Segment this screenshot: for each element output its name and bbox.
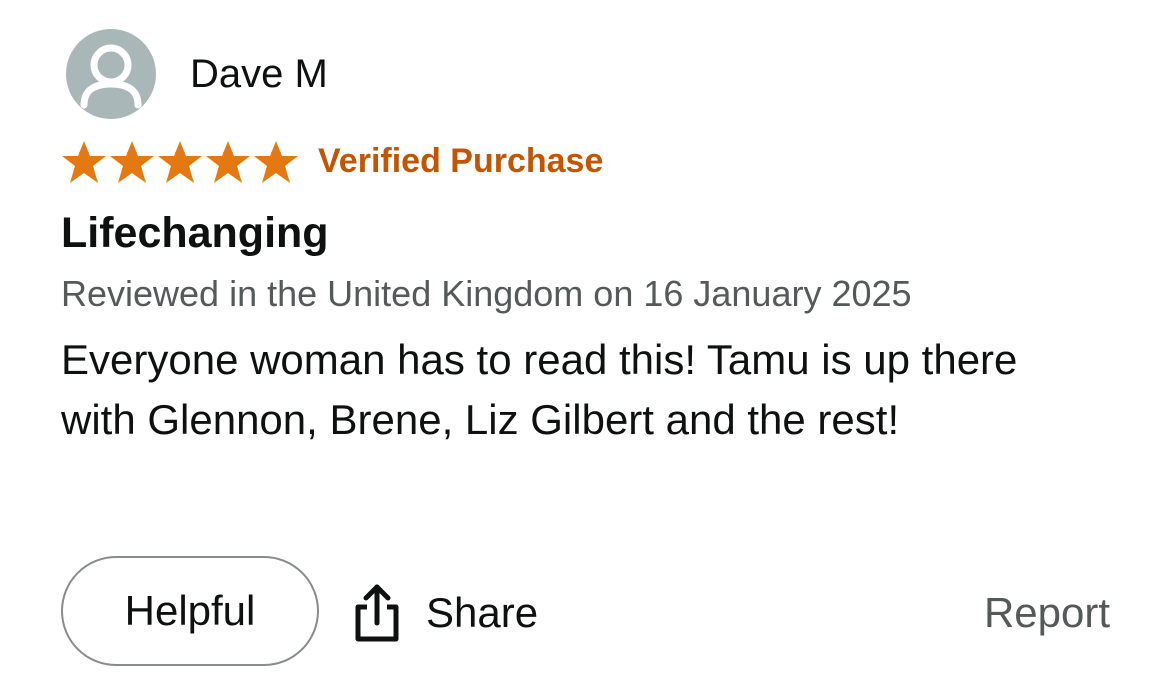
helpful-button[interactable]: Helpful (61, 556, 319, 666)
report-link[interactable]: Report (984, 588, 1110, 638)
star-icon (252, 139, 300, 185)
share-button[interactable]: Share (350, 578, 538, 648)
star-icon (156, 139, 204, 185)
person-silhouette-icon (80, 44, 142, 109)
review-meta: Reviewed in the United Kingdom on 16 Jan… (61, 273, 912, 314)
review-body: Everyone woman has to read this! Tamu is… (61, 336, 1018, 443)
verified-purchase-badge: Verified Purchase (318, 142, 604, 180)
review-title: Lifechanging (61, 209, 329, 257)
avatar (66, 29, 156, 119)
reviewer-name[interactable]: Dave M (190, 50, 328, 98)
star-icon (108, 139, 156, 185)
share-upload-icon (350, 583, 404, 643)
share-label: Share (426, 589, 539, 636)
star-icon (204, 139, 252, 185)
star-rating (60, 139, 300, 185)
star-icon (60, 139, 108, 185)
